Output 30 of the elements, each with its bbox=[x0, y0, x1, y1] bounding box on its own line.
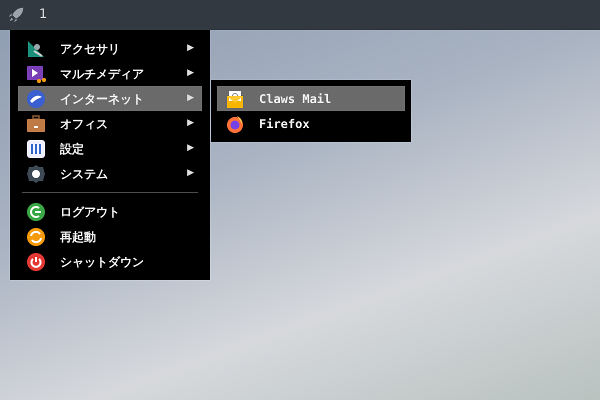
power-icon bbox=[26, 252, 46, 272]
rocket-icon[interactable] bbox=[7, 6, 25, 24]
menu-item[interactable]: システム ▶ bbox=[18, 161, 202, 186]
workspace-number[interactable]: 1 bbox=[39, 5, 48, 25]
drawing-tools-icon bbox=[26, 38, 46, 58]
menu-item[interactable]: シャットダウン bbox=[18, 249, 202, 274]
submenu-arrow: ▶ bbox=[187, 166, 194, 180]
menu-item[interactable]: Firefox bbox=[217, 111, 405, 136]
logout-icon bbox=[26, 202, 46, 222]
gear-icon bbox=[26, 164, 46, 184]
briefcase-icon bbox=[26, 114, 46, 134]
menu-item[interactable]: オフィス ▶ bbox=[18, 111, 202, 136]
menu-item[interactable]: ログアウト bbox=[18, 199, 202, 224]
submenu-arrow: ▶ bbox=[187, 116, 194, 130]
video-music-icon bbox=[26, 64, 46, 84]
restart-icon bbox=[26, 226, 46, 246]
menu-item[interactable]: 再起動 bbox=[18, 224, 202, 249]
submenu-arrow: ▶ bbox=[187, 66, 194, 80]
menu-item[interactable]: 設定 ▶ bbox=[18, 136, 202, 161]
submenu-arrow: ▶ bbox=[187, 92, 194, 105]
menu-item[interactable]: インターネット ▶ bbox=[18, 86, 202, 111]
menu-item[interactable]: マルチメディア ▶ bbox=[18, 61, 202, 86]
fox-globe-icon bbox=[225, 114, 245, 134]
menu-item[interactable]: Claws Mail bbox=[217, 86, 405, 111]
submenu-arrow: ▶ bbox=[187, 42, 194, 55]
submenu-arrow: ▶ bbox=[187, 142, 194, 155]
globe-icon bbox=[26, 88, 46, 108]
mail-envelope-icon bbox=[225, 88, 245, 108]
sliders-icon bbox=[26, 138, 46, 158]
menu-item[interactable]: アクセサリ ▶ bbox=[18, 36, 202, 61]
